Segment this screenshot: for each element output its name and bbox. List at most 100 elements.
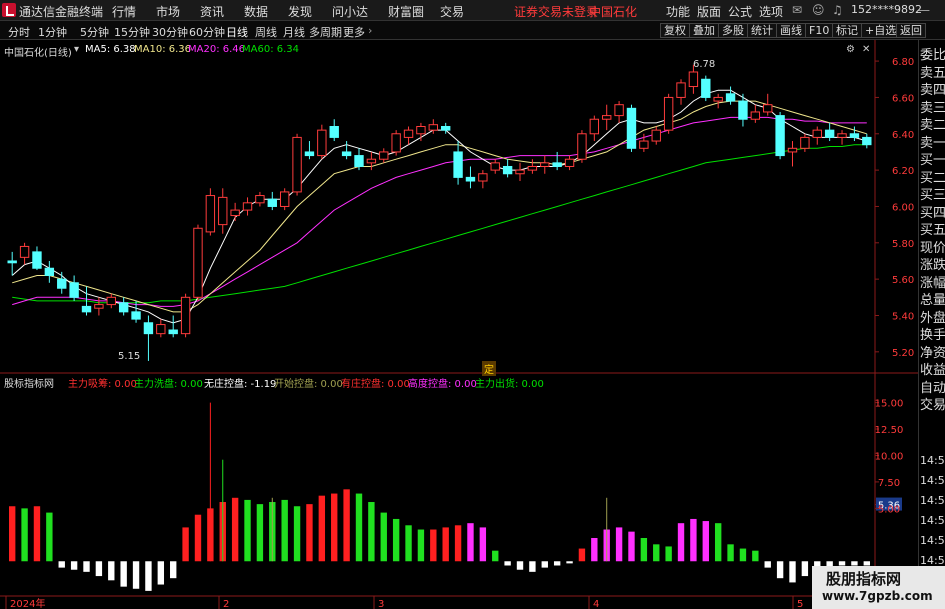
- stats-button[interactable]: 统计: [747, 23, 777, 38]
- indicator-item-absorb: 主力吸筹: 0.00: [68, 379, 137, 390]
- price-tick-label: 5.60: [892, 275, 914, 286]
- indicator-item-start: 开始控盘: 0.00: [274, 379, 343, 390]
- menu-options[interactable]: 选项: [759, 3, 783, 20]
- date-tick-label: 5: [797, 599, 803, 609]
- price-tick-label: 6.40: [892, 130, 914, 141]
- candle-body: [663, 96, 674, 131]
- add-watchlist-button[interactable]: +自选: [861, 23, 901, 38]
- menu-news[interactable]: 资讯: [200, 3, 224, 20]
- candle-body: [317, 129, 327, 157]
- chart-area[interactable]: 6.80 6.60 6.40 6.20 6.00 5.80 5.60 5.40 5.20 15.0…: [0, 40, 918, 609]
- menu-discover[interactable]: 发现: [288, 3, 312, 20]
- tab-intraday[interactable]: 分时: [8, 24, 30, 40]
- candle-body: [279, 191, 290, 207]
- tab-30min[interactable]: 30分钟: [152, 24, 188, 40]
- indicator-bar: [615, 527, 623, 562]
- user-phone[interactable]: 152****9892: [851, 3, 922, 16]
- indicator-bar: [677, 523, 685, 562]
- indicator-bar: [529, 561, 536, 572]
- chevron-down-icon[interactable]: ▾: [74, 44, 79, 55]
- candle-body: [676, 82, 686, 98]
- candle-body: [812, 129, 822, 138]
- menu-xiaoda[interactable]: 问小达: [332, 3, 368, 20]
- indicator-bar: [454, 525, 462, 562]
- kline-chart[interactable]: 6.80 6.60 6.40 6.20 6.00 5.80 5.60 5.40 5.20 15.0…: [0, 40, 918, 609]
- tab-5min[interactable]: 5分钟: [80, 24, 109, 40]
- candle-body: [428, 124, 439, 131]
- minimize-icon[interactable]: —: [918, 3, 930, 17]
- menu-wealth[interactable]: 财富圈: [388, 3, 424, 20]
- tab-multi-period[interactable]: 多周期: [309, 24, 342, 40]
- menu-layout[interactable]: 版面: [697, 3, 721, 20]
- tab-weekly[interactable]: 周线: [255, 24, 277, 40]
- price-tick-label: 6.00: [892, 202, 914, 213]
- back-button[interactable]: 返回: [896, 23, 926, 38]
- close-icon[interactable]: ✕: [862, 44, 870, 55]
- indicator-tick-label: 12.50: [875, 425, 904, 436]
- indicator-bar: [653, 544, 660, 562]
- candle-body: [688, 71, 699, 88]
- candle-body: [602, 115, 612, 120]
- mail-icon[interactable]: ✉: [792, 3, 802, 17]
- indicator-bar: [132, 561, 140, 589]
- candle-body: [329, 126, 339, 138]
- menu-trade[interactable]: 交易: [440, 3, 464, 20]
- multi-stock-button[interactable]: 多股: [718, 23, 748, 38]
- candle-body: [118, 302, 129, 313]
- tab-more[interactable]: 更多: [343, 24, 365, 40]
- indicator-tick-label: 10.00: [875, 451, 904, 462]
- indicator-bar: [504, 561, 511, 566]
- headset-icon[interactable]: ♫: [832, 3, 843, 17]
- mark-button[interactable]: 标记: [832, 23, 862, 38]
- candle-body: [849, 133, 860, 138]
- indicator-bar: [318, 495, 326, 562]
- indicator-bar: [405, 525, 412, 562]
- date-tick-label: 3: [378, 599, 384, 609]
- candle-body: [292, 136, 302, 193]
- candle-body: [19, 245, 30, 258]
- indicator-bar: [789, 561, 796, 583]
- chart-title: 中国石化(日线): [4, 48, 72, 59]
- ma10-legend: MA10: 6.36: [134, 44, 192, 55]
- indicator-tick-label: 7.50: [878, 478, 900, 489]
- chevron-right-icon[interactable]: ›: [368, 24, 372, 37]
- menu-market[interactable]: 市场: [156, 3, 180, 20]
- candle-body: [94, 304, 104, 309]
- candle-body: [626, 107, 637, 149]
- indicator-bar: [417, 529, 425, 562]
- top-menu-bar: 通达信金融终端 行情 市场 资讯 数据 发现 问小达 财富圈 交易 证券交易未登…: [0, 0, 945, 21]
- candle-body: [577, 133, 587, 160]
- indicator-bar: [95, 561, 103, 577]
- candle-body: [651, 129, 661, 142]
- tab-monthly[interactable]: 月线: [283, 24, 305, 40]
- candle-body: [527, 165, 538, 171]
- marker-badge[interactable]: 定: [482, 361, 496, 376]
- menu-quotes[interactable]: 行情: [112, 3, 136, 20]
- tab-15min[interactable]: 15分钟: [114, 24, 150, 40]
- tab-1min[interactable]: 1分钟: [38, 24, 67, 40]
- candle-body: [478, 173, 488, 182]
- sidebar-item-1: 卖五: [920, 65, 945, 81]
- candle-body: [205, 195, 216, 233]
- indicator-bar: [120, 561, 127, 587]
- menu-formula[interactable]: 公式: [728, 3, 752, 20]
- tab-60min[interactable]: 60分钟: [189, 24, 225, 40]
- menu-functions[interactable]: 功能: [666, 3, 690, 20]
- draw-button[interactable]: 画线: [776, 23, 806, 38]
- overlay-button[interactable]: 叠加: [689, 23, 719, 38]
- candle-body: [502, 165, 513, 175]
- login-warning[interactable]: 证券交易未登录: [514, 3, 598, 20]
- user-icon[interactable]: ☺: [812, 3, 825, 17]
- adjust-button[interactable]: 复权: [660, 23, 690, 38]
- f10-button[interactable]: F10: [805, 23, 834, 38]
- sidebar-item-11: 现价: [920, 240, 945, 256]
- app-window: 通达信金融终端 行情 市场 资讯 数据 发现 问小达 财富圈 交易 证券交易未登…: [0, 0, 945, 609]
- candle-body: [267, 198, 277, 207]
- sidebar-time-0: 14:56: [920, 454, 945, 467]
- ma20-line: [12, 116, 867, 307]
- indicator-bar: [392, 518, 400, 562]
- settings-icon[interactable]: ⚙: [846, 44, 855, 55]
- tab-daily[interactable]: 日线: [226, 24, 248, 40]
- menu-data[interactable]: 数据: [244, 3, 268, 20]
- indicator-bar: [70, 561, 78, 570]
